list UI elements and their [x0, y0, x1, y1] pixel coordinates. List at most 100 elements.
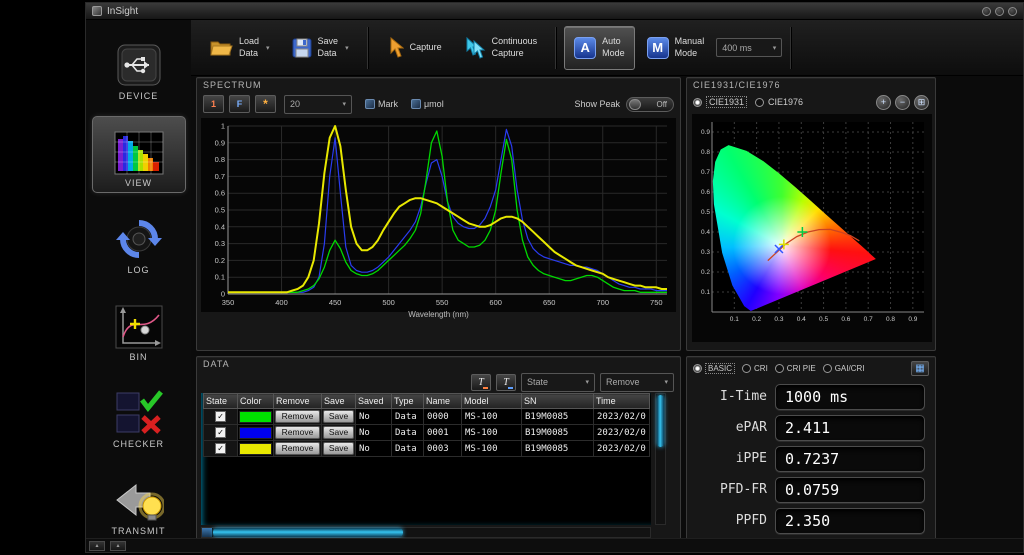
tab-gai-cri[interactable]: GAI/CRI [823, 364, 865, 373]
col-model[interactable]: Model [462, 394, 522, 409]
zoom-in-icon[interactable]: + [876, 95, 891, 110]
capture-label: Capture [410, 42, 442, 53]
remove-menu-dropdown[interactable]: Remove ▾ [600, 373, 674, 392]
statusbar-tab-1[interactable]: ▴ [89, 541, 105, 551]
statusbar-tab-2[interactable]: ▴ [110, 541, 126, 551]
col-time[interactable]: Time [594, 394, 650, 409]
cell-saved: No [356, 409, 392, 425]
save-row-button[interactable]: Save [323, 442, 354, 455]
col-save[interactable]: Save [322, 394, 356, 409]
svg-text:0.8: 0.8 [215, 155, 225, 164]
load-data-button[interactable]: Load Data ▾ [199, 26, 280, 70]
continuous-capture-button[interactable]: Continuous Capture [454, 26, 548, 70]
sidebar-item-checker[interactable]: CHECKER [92, 377, 186, 454]
col-state[interactable]: State [204, 394, 238, 409]
manual-mode-icon: M [647, 37, 669, 59]
tab-cri-label: CRI [754, 364, 768, 373]
sidebar-item-label: CHECKER [113, 439, 164, 449]
umol-toggle[interactable]: μmol [411, 99, 444, 109]
cell-time: 2023/02/0 [594, 441, 650, 457]
remove-row-button[interactable]: Remove [275, 410, 320, 423]
text-tool-2-button[interactable]: T [496, 374, 516, 391]
remove-row-button[interactable]: Remove [275, 442, 320, 455]
bin-chart-icon [115, 305, 163, 349]
remove-row-button[interactable]: Remove [275, 426, 320, 439]
data-toolbar: T T State ▾ Remove ▾ [197, 371, 680, 393]
auto-label-line2: Mode [602, 48, 625, 59]
checkbox-icon[interactable]: ✓ [215, 427, 226, 438]
scrollbar-thumb[interactable] [213, 528, 403, 537]
col-remove[interactable]: Remove [274, 394, 322, 409]
checkbox-icon[interactable]: ✓ [215, 443, 226, 454]
sidebar-item-bin[interactable]: BIN [92, 290, 186, 367]
data-list-area: State Color Remove Save Saved Type Name … [201, 393, 651, 525]
result-label: iPPE [689, 451, 767, 466]
result-row: I-Time 1000 ms [689, 384, 925, 409]
sidebar-item-label: VIEW [125, 178, 152, 188]
save-row-button[interactable]: Save [323, 410, 354, 423]
auto-mode-icon: A [574, 37, 596, 59]
tab-basic[interactable]: BASIC [693, 363, 735, 374]
capture-button[interactable]: Capture [376, 26, 452, 70]
manual-mode-button[interactable]: M Manual Mode [637, 26, 715, 70]
zoom-out-icon[interactable]: − [895, 95, 910, 110]
vertical-scrollbar[interactable] [655, 393, 666, 525]
result-row: PPFD 2.350 [689, 508, 925, 533]
col-color[interactable]: Color [238, 394, 274, 409]
spectrum-tool-1-button[interactable]: 1 [203, 95, 224, 113]
spectrum-tool-star-button[interactable]: * [255, 95, 276, 113]
cell-model: MS-100 [462, 425, 522, 441]
state-menu-dropdown[interactable]: State ▾ [521, 373, 595, 392]
spectrum-panel: SPECTRUM 1 F * 20 ▾ Mark μmol Show Peak [196, 77, 681, 351]
caret-down-icon: ▾ [342, 100, 346, 108]
scroll-left-button[interactable] [202, 528, 213, 537]
scrollbar-thumb[interactable] [657, 395, 664, 447]
sidebar-item-log[interactable]: LOG [92, 203, 186, 280]
svg-text:400: 400 [275, 298, 288, 307]
toolbar-separator [367, 27, 368, 69]
grid-table-icon[interactable]: ▦ [911, 361, 929, 376]
tab-cri-pie[interactable]: CRI PIE [775, 364, 816, 373]
tab-cri[interactable]: CRI [742, 364, 768, 373]
show-peak-toggle[interactable]: Off [626, 97, 674, 112]
results-tabs: BASIC CRI CRI PIE GAI/CRI ▦ [687, 357, 935, 378]
minimize-button[interactable] [982, 7, 991, 16]
horizontal-scrollbar[interactable] [201, 527, 651, 538]
col-type[interactable]: Type [392, 394, 424, 409]
maximize-button[interactable] [995, 7, 1004, 16]
cie1976-radio[interactable]: CIE1976 [755, 97, 803, 107]
table-row: ✓ Remove Save No Data 0003 MS-100 B19M00… [204, 441, 650, 457]
col-saved[interactable]: Saved [356, 394, 392, 409]
cell-sn: B19M0085 [522, 409, 594, 425]
mark-icon [365, 99, 375, 109]
sidebar-item-label: TRANSMIT [112, 526, 166, 536]
save-data-button[interactable]: Save Data ▾ [282, 26, 359, 70]
spectrum-tool-f-button[interactable]: F [229, 95, 250, 113]
auto-mode-button[interactable]: A Auto Mode [564, 26, 635, 70]
result-row: iPPE 0.7237 [689, 446, 925, 471]
sidebar-item-view[interactable]: VIEW [92, 116, 186, 193]
checkbox-icon[interactable]: ✓ [215, 411, 226, 422]
integration-time-dropdown[interactable]: 400 ms ▾ [716, 38, 782, 57]
cie1931-radio[interactable]: CIE1931 [693, 96, 747, 108]
close-button[interactable] [1008, 7, 1017, 16]
save-row-button[interactable]: Save [323, 426, 354, 439]
cell-sn: B19M0085 [522, 425, 594, 441]
col-sn[interactable]: SN [522, 394, 594, 409]
manual-label-line1: Manual [675, 36, 705, 47]
result-value: 1000 ms [775, 384, 925, 410]
orange-tick-icon [483, 387, 488, 389]
sidebar-item-transmit[interactable]: TRANSMIT [92, 464, 186, 541]
text-tool-1-button[interactable]: T [471, 374, 491, 391]
mark-toggle[interactable]: Mark [365, 99, 398, 109]
show-peak-state: Off [656, 100, 667, 109]
svg-text:0.5: 0.5 [215, 206, 225, 215]
main-toolbar: Load Data ▾ Save Data ▾ Captur [191, 20, 1023, 76]
transmit-icon [114, 479, 164, 523]
points-dropdown[interactable]: 20 ▾ [284, 95, 352, 114]
expand-icon[interactable]: ⊞ [914, 95, 929, 110]
results-panel: BASIC CRI CRI PIE GAI/CRI ▦ I-Time 1000 … [686, 356, 936, 542]
integration-time-value: 400 ms [722, 43, 752, 53]
sidebar-item-device[interactable]: DEVICE [92, 29, 186, 106]
col-name[interactable]: Name [424, 394, 462, 409]
